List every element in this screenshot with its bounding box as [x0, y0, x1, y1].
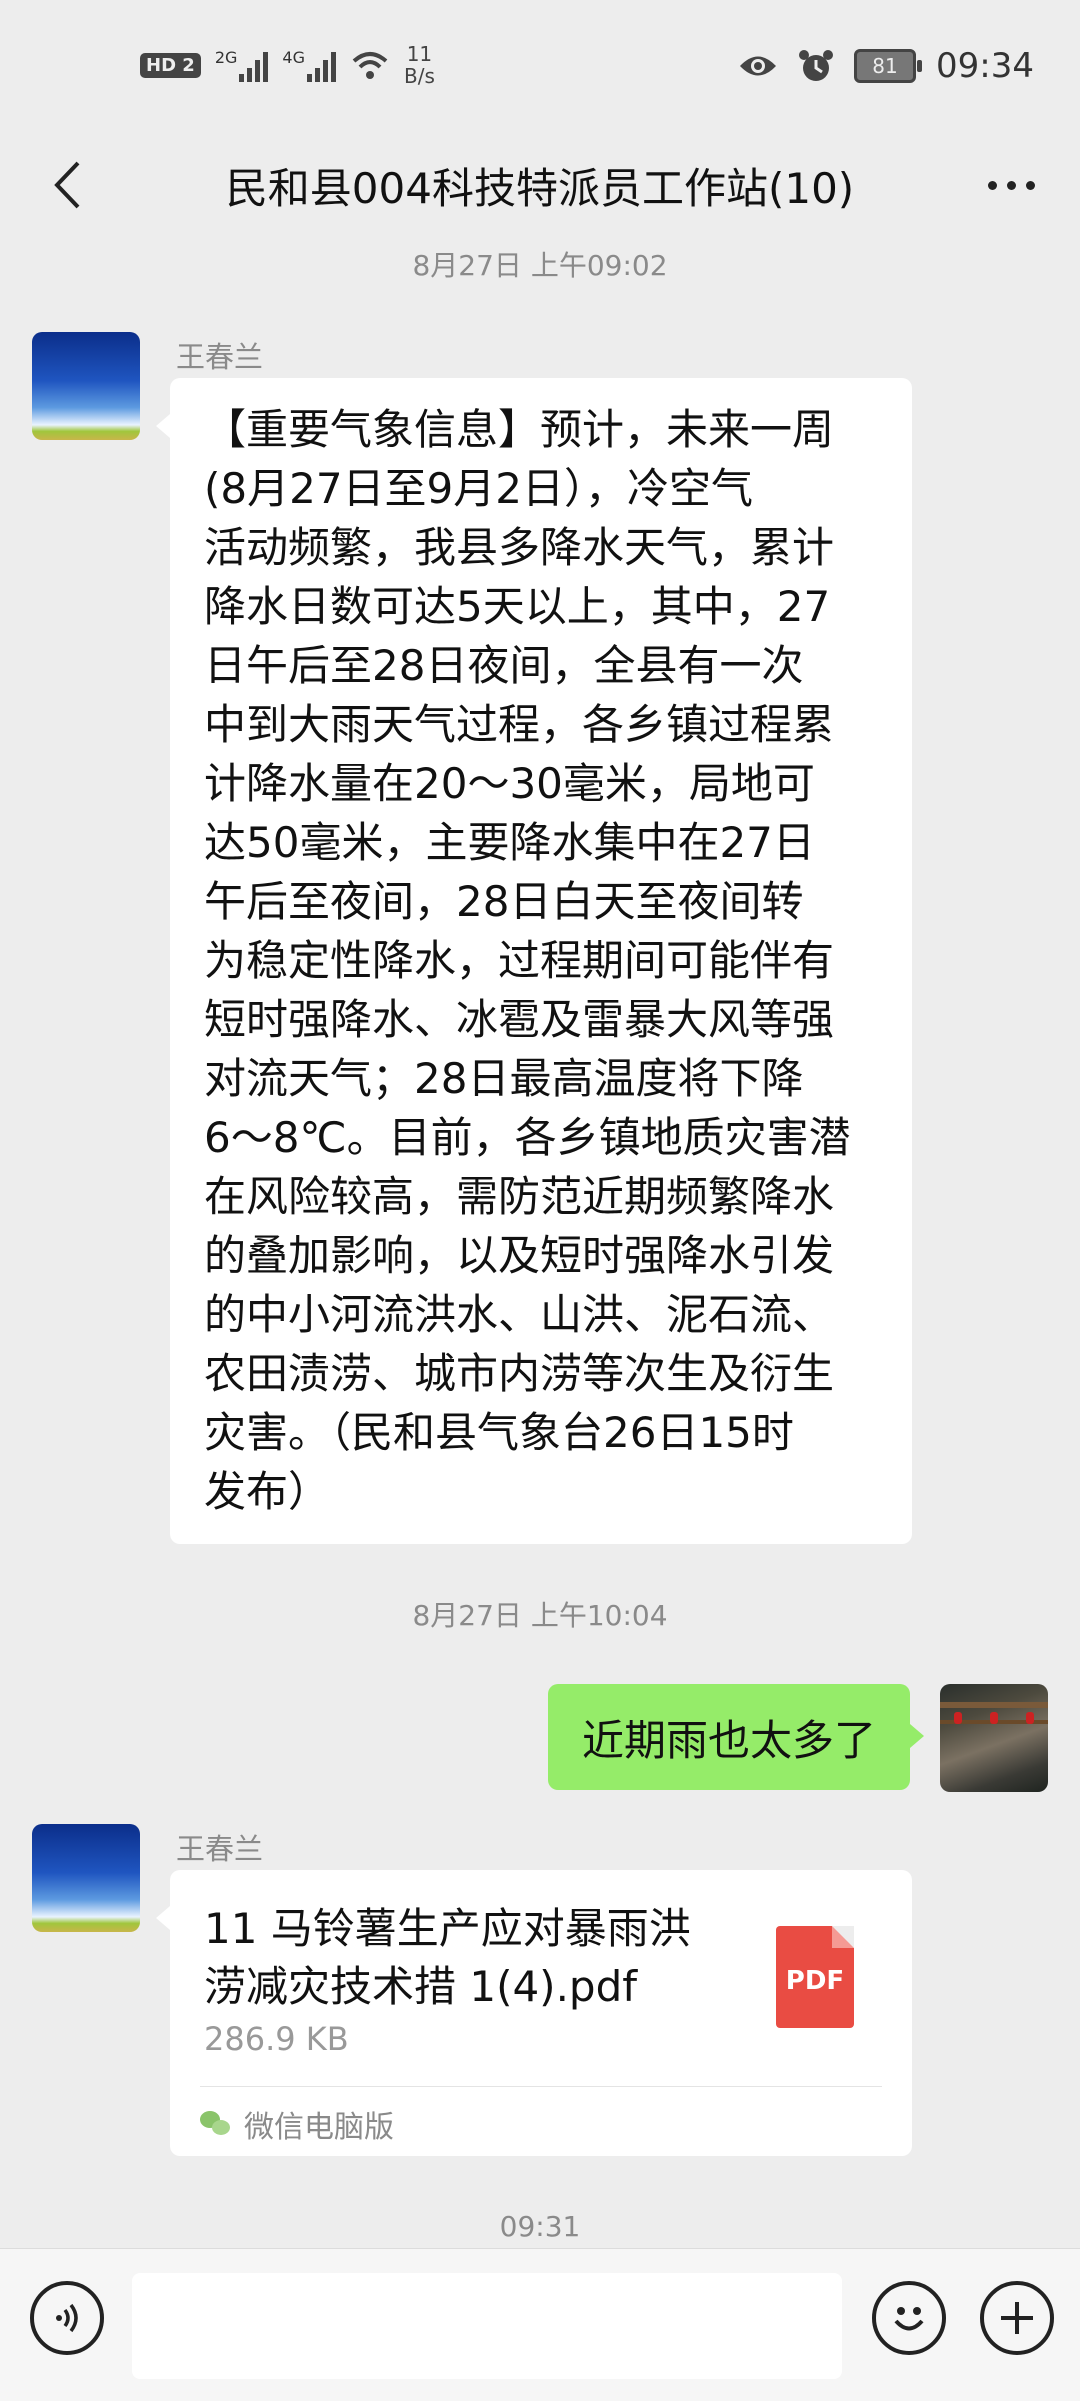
wifi-icon: [352, 52, 388, 79]
file-source-label: 微信电脑版: [244, 2110, 394, 2145]
more-dot: [1025, 180, 1035, 190]
battery-indicator: 81: [854, 49, 923, 83]
pdf-file-icon: PDF: [776, 1926, 854, 2028]
file-name: 11 马铃薯生产应对暴雨洪涝减灾技术措 1(4).pdf: [204, 1904, 691, 2011]
input-bar: [0, 2248, 1080, 2401]
network-2g-label: 2G: [214, 48, 238, 67]
chat-title: 民和县004科技特派员工作站(10): [225, 163, 855, 213]
avatar[interactable]: [32, 332, 140, 440]
chat-header: 民和县004科技特派员工作站(10): [0, 130, 1080, 240]
sim-label: 2: [182, 54, 195, 76]
avatar-self[interactable]: [940, 1684, 1048, 1792]
avatar-detail: [1026, 1712, 1034, 1724]
speed-value: 11: [406, 42, 433, 66]
avatar[interactable]: [32, 1824, 140, 1932]
signal-icon-2: [306, 48, 336, 82]
network-4g-label: 4G: [282, 48, 305, 67]
alarm-icon: [799, 50, 834, 81]
message-text: 【重要气象信息】预计，未来一周 (8月27日至9月2日），冷空气 活动频繁，我县…: [204, 405, 851, 1516]
file-source: 微信电脑版: [200, 2102, 394, 2146]
timestamp: 8月27日 上午09:02: [412, 249, 668, 282]
file-size: 286.9 KB: [204, 2020, 349, 2058]
network-4g: 4G: [282, 48, 336, 82]
timestamp: 8月27日 上午10:04: [412, 1599, 668, 1632]
emoji-icon: [894, 2307, 924, 2331]
message-bubble-self[interactable]: 近期雨也太多了: [547, 1684, 925, 1790]
more-dot: [1006, 180, 1016, 190]
hd-label: HD: [146, 54, 177, 76]
avatar-detail: [954, 1712, 962, 1724]
file-type-label: PDF: [785, 1966, 845, 1996]
message-text: 近期雨也太多了: [581, 1715, 876, 1765]
emoji-button[interactable]: [872, 2281, 946, 2355]
hd-badge: HD 2: [140, 52, 201, 78]
avatar-detail: [940, 1702, 1048, 1708]
speed-unit: B/s: [403, 64, 435, 88]
wechat-icon: [200, 2111, 232, 2137]
timestamp: 09:31: [499, 2210, 581, 2243]
more-dots-icon: [987, 180, 997, 190]
network-speed: 11 B/s: [404, 43, 435, 87]
sender-name: 王春兰: [176, 1832, 264, 1866]
plus-button[interactable]: [980, 2281, 1054, 2355]
network-2g: 2G: [215, 48, 269, 82]
avatar-detail: [990, 1712, 998, 1724]
message-bubble[interactable]: 【重要气象信息】预计，未来一周 (8月27日至9月2日），冷空气 活动频繁，我县…: [156, 378, 912, 1544]
more-button[interactable]: [976, 150, 1046, 220]
voice-icon: [56, 2303, 78, 2333]
back-arrow-icon: [54, 161, 80, 209]
signal-icon: [239, 48, 269, 82]
message-input[interactable]: [132, 2273, 842, 2379]
status-left: HD 2 2G 4G 11 B/s: [140, 40, 435, 90]
plus-icon: [1001, 2302, 1033, 2334]
sender-name: 王春兰: [176, 340, 264, 374]
wechat-bubble: [212, 2120, 230, 2135]
file-message[interactable]: 11 马铃薯生产应对暴雨洪涝减灾技术措 1(4).pdf 286.9 KB PD…: [156, 1870, 912, 2156]
divider: [200, 2086, 882, 2087]
back-button[interactable]: [32, 150, 102, 220]
status-right: 81 09:34: [738, 38, 1034, 94]
status-bar: HD 2 2G 4G 11 B/s 81 09:34: [0, 0, 1080, 130]
clock: 09:34: [936, 46, 1034, 86]
voice-button[interactable]: [30, 2281, 104, 2355]
eye-icon: [740, 56, 777, 76]
